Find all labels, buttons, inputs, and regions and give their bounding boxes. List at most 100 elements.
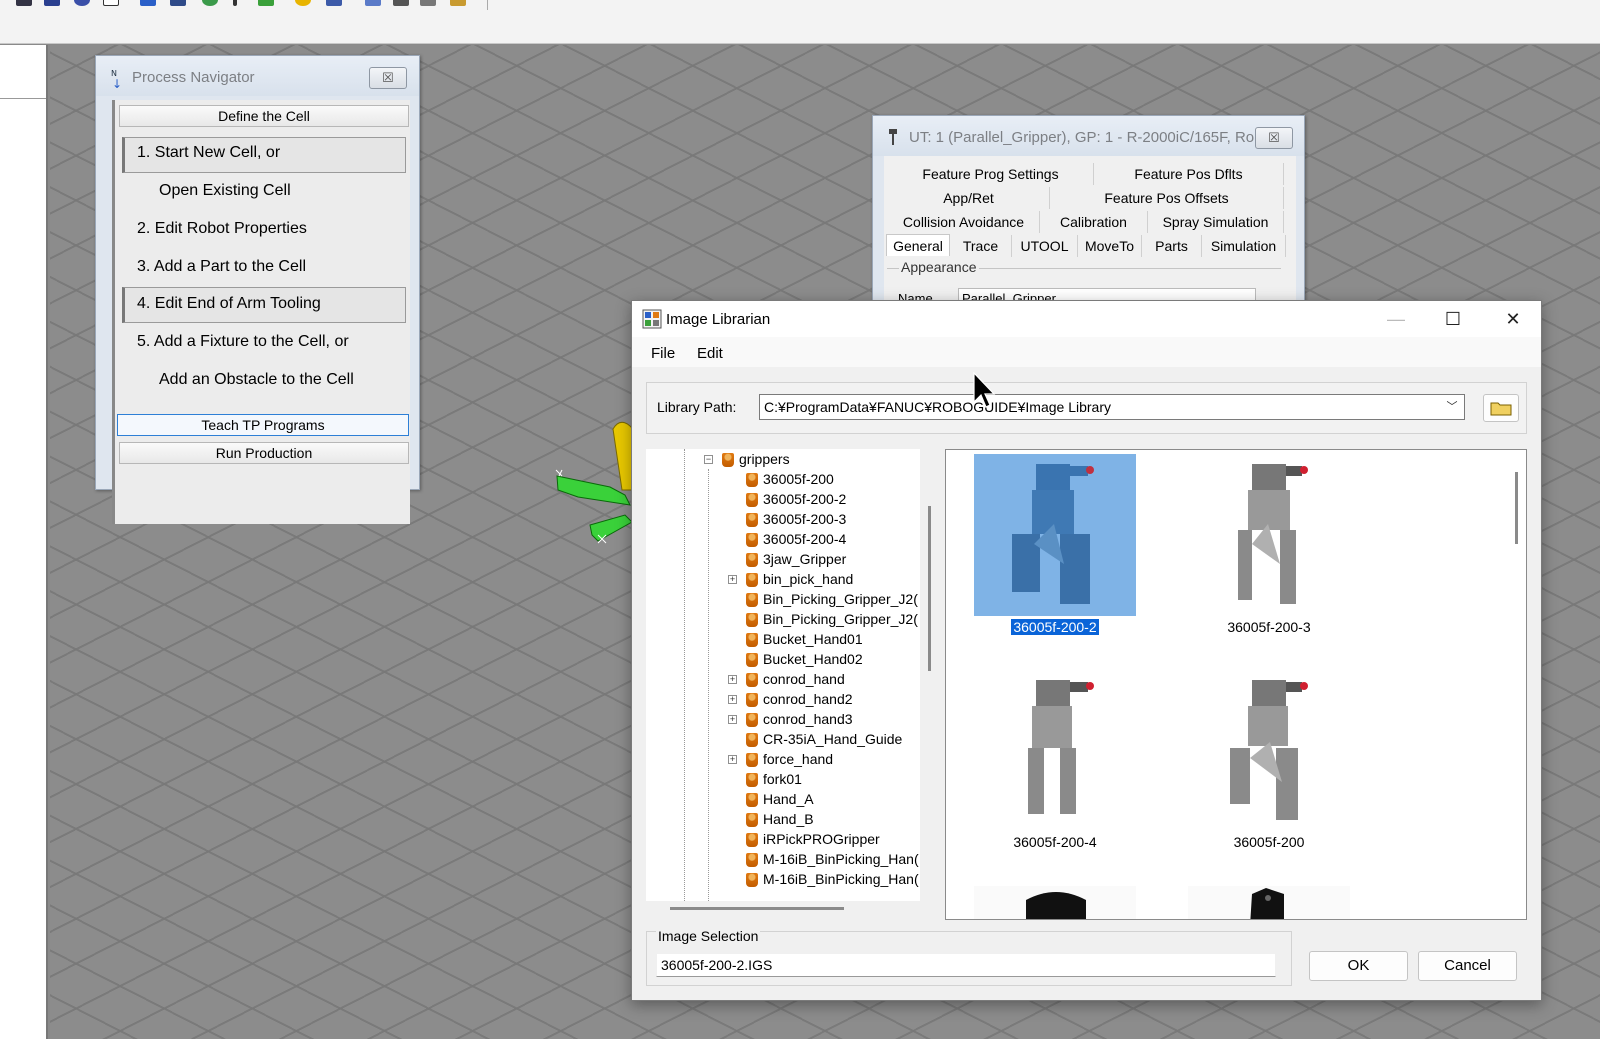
tree-item[interactable]: Bucket_Hand02 bbox=[746, 649, 863, 669]
save-icon[interactable] bbox=[44, 0, 60, 6]
tool-properties-titlebar[interactable]: UT: 1 (Parallel_Gripper), GP: 1 - R-2000… bbox=[873, 116, 1304, 156]
toolbar-separator bbox=[487, 0, 488, 10]
gripper-icon bbox=[746, 653, 758, 668]
gripper-icon bbox=[746, 773, 758, 788]
line-icon[interactable] bbox=[420, 0, 436, 6]
robot-icon[interactable] bbox=[258, 0, 274, 6]
edit-robot-properties-link[interactable]: 2. Edit Robot Properties bbox=[137, 220, 307, 238]
cancel-button[interactable]: Cancel bbox=[1418, 951, 1517, 981]
tree-item[interactable]: Hand_A bbox=[746, 789, 814, 809]
tree-folder[interactable]: conrod_hand3 bbox=[746, 709, 853, 729]
tree-item[interactable]: iRPickPROGripper bbox=[746, 829, 880, 849]
library-path-combobox[interactable]: C:¥ProgramData¥FANUC¥ROBOGUIDE¥Image Lib… bbox=[759, 394, 1465, 420]
folder-icon bbox=[722, 453, 734, 468]
window-icon[interactable] bbox=[103, 0, 119, 6]
light-icon[interactable] bbox=[295, 0, 311, 6]
add-part-link[interactable]: 3. Add a Part to the Cell bbox=[137, 258, 306, 276]
run-production-button[interactable]: Run Production bbox=[119, 442, 409, 464]
menu-file[interactable]: File bbox=[651, 345, 675, 362]
chevron-down-icon[interactable]: ﹀ bbox=[1444, 395, 1460, 419]
image-selection-field[interactable]: 36005f-200-2.IGS bbox=[656, 953, 1276, 977]
navigator-icon: N ↓ bbox=[111, 69, 122, 90]
tree-item[interactable]: Hand_B bbox=[746, 809, 814, 829]
tab-spray-simulation[interactable]: Spray Simulation bbox=[1148, 211, 1284, 233]
tab-general[interactable]: General bbox=[886, 234, 950, 256]
image-librarian-titlebar[interactable]: Image Librarian — ☐ ✕ bbox=[632, 301, 1541, 337]
tab-feature-prog-settings[interactable]: Feature Prog Settings bbox=[888, 163, 1094, 185]
tab-feature-pos-dflts[interactable]: Feature Pos Dflts bbox=[1094, 163, 1284, 185]
tab-simulation[interactable]: Simulation bbox=[1202, 235, 1286, 257]
menu-edit[interactable]: Edit bbox=[697, 345, 723, 362]
thumbnail[interactable] bbox=[974, 670, 1136, 832]
measure-icon[interactable] bbox=[326, 0, 342, 6]
tree-horizontal-scrollbar[interactable] bbox=[670, 907, 844, 910]
tab-parts[interactable]: Parts bbox=[1142, 235, 1202, 257]
tree-folder[interactable]: force_hand bbox=[746, 749, 833, 769]
tab-collision-avoidance[interactable]: Collision Avoidance bbox=[888, 211, 1040, 233]
grid-icon[interactable] bbox=[140, 0, 156, 6]
edit-icon[interactable] bbox=[365, 0, 381, 6]
tree-item[interactable]: 36005f-200-4 bbox=[746, 529, 846, 549]
tree-item[interactable]: Bin_Picking_Gripper_J2( bbox=[746, 589, 918, 609]
tab-app-ret[interactable]: App/Ret bbox=[888, 187, 1050, 209]
tree-item[interactable]: 36005f-200-2 bbox=[746, 489, 846, 509]
start-new-cell-link[interactable]: 1. Start New Cell, or bbox=[137, 144, 280, 162]
maximize-icon[interactable]: ☐ bbox=[1438, 306, 1468, 332]
tab-utool[interactable]: UTOOL bbox=[1012, 235, 1078, 257]
add-obstacle-link[interactable]: Add an Obstacle to the Cell bbox=[159, 371, 354, 389]
thumbnail[interactable] bbox=[1188, 670, 1350, 832]
globe-icon[interactable] bbox=[74, 0, 90, 6]
tree-folder-grippers[interactable]: grippers bbox=[722, 449, 790, 469]
thumbnail-grid[interactable]: 36005f-200-2 36005f-200-3 36005f-200-4 3… bbox=[945, 449, 1527, 920]
thumbnail-partial[interactable] bbox=[974, 886, 1136, 919]
thumbnail-selected[interactable] bbox=[974, 454, 1136, 616]
tree-item[interactable]: Bucket_Hand01 bbox=[746, 629, 863, 649]
appearance-group-label: Appearance bbox=[899, 259, 979, 275]
tree-item[interactable]: CR-35iA_Hand_Guide bbox=[746, 729, 902, 749]
open-existing-cell-link[interactable]: Open Existing Cell bbox=[159, 182, 291, 200]
toolbar-tool-icon[interactable] bbox=[16, 0, 32, 6]
close-icon[interactable]: ☒ bbox=[369, 67, 407, 89]
tab-trace[interactable]: Trace bbox=[950, 235, 1012, 257]
pointer-icon[interactable] bbox=[233, 0, 237, 6]
tree-item[interactable]: M-16iB_BinPicking_Han( bbox=[746, 869, 919, 889]
define-cell-button[interactable]: Define the Cell bbox=[119, 105, 409, 127]
expand-icon[interactable]: + bbox=[728, 575, 737, 584]
thumbnail-partial[interactable] bbox=[1188, 886, 1350, 919]
minimize-icon[interactable]: — bbox=[1381, 306, 1411, 332]
tree-item[interactable]: M-16iB_BinPicking_Han( bbox=[746, 849, 919, 869]
tree-folder[interactable]: bin_pick_hand bbox=[746, 569, 853, 589]
tab-feature-pos-offsets[interactable]: Feature Pos Offsets bbox=[1050, 187, 1284, 209]
tab-moveto[interactable]: MoveTo bbox=[1078, 235, 1142, 257]
edit-end-of-arm-tooling-link[interactable]: 4. Edit End of Arm Tooling bbox=[137, 295, 321, 313]
grid-vertical-scrollbar[interactable] bbox=[1515, 472, 1518, 544]
process-navigator-titlebar[interactable]: N ↓ Process Navigator ☒ bbox=[96, 56, 419, 96]
expand-icon[interactable]: + bbox=[728, 755, 737, 764]
expand-icon[interactable]: + bbox=[728, 675, 737, 684]
tool-icon[interactable] bbox=[450, 0, 466, 6]
tree-item[interactable]: 36005f-200-3 bbox=[746, 509, 846, 529]
collapse-icon[interactable]: − bbox=[704, 455, 713, 464]
teach-tp-programs-button[interactable]: Teach TP Programs bbox=[117, 414, 409, 436]
library-tree[interactable]: − grippers 36005f-200 36005f-200-2 36005… bbox=[646, 449, 920, 901]
tree-folder[interactable]: conrod_hand bbox=[746, 669, 845, 689]
gripper-icon bbox=[746, 733, 758, 748]
thumbnail[interactable] bbox=[1188, 454, 1350, 616]
close-icon[interactable]: ☒ bbox=[1255, 127, 1293, 149]
tree-item[interactable]: fork01 bbox=[746, 769, 802, 789]
ok-button[interactable]: OK bbox=[1309, 951, 1408, 981]
link-icon[interactable] bbox=[170, 0, 186, 6]
close-icon[interactable]: ✕ bbox=[1498, 306, 1528, 332]
tree-vertical-scrollbar[interactable] bbox=[928, 506, 931, 671]
list-icon[interactable] bbox=[393, 0, 409, 6]
expand-icon[interactable]: + bbox=[728, 695, 737, 704]
target-icon[interactable] bbox=[202, 0, 218, 6]
tab-calibration[interactable]: Calibration bbox=[1040, 211, 1148, 233]
expand-icon[interactable]: + bbox=[728, 715, 737, 724]
tree-item[interactable]: Bin_Picking_Gripper_J2( bbox=[746, 609, 918, 629]
add-fixture-link[interactable]: 5. Add a Fixture to the Cell, or bbox=[137, 333, 349, 351]
tree-folder[interactable]: conrod_hand2 bbox=[746, 689, 853, 709]
tree-item[interactable]: 3jaw_Gripper bbox=[746, 549, 846, 569]
tree-item[interactable]: 36005f-200 bbox=[746, 469, 834, 489]
browse-folder-button[interactable] bbox=[1483, 394, 1519, 422]
